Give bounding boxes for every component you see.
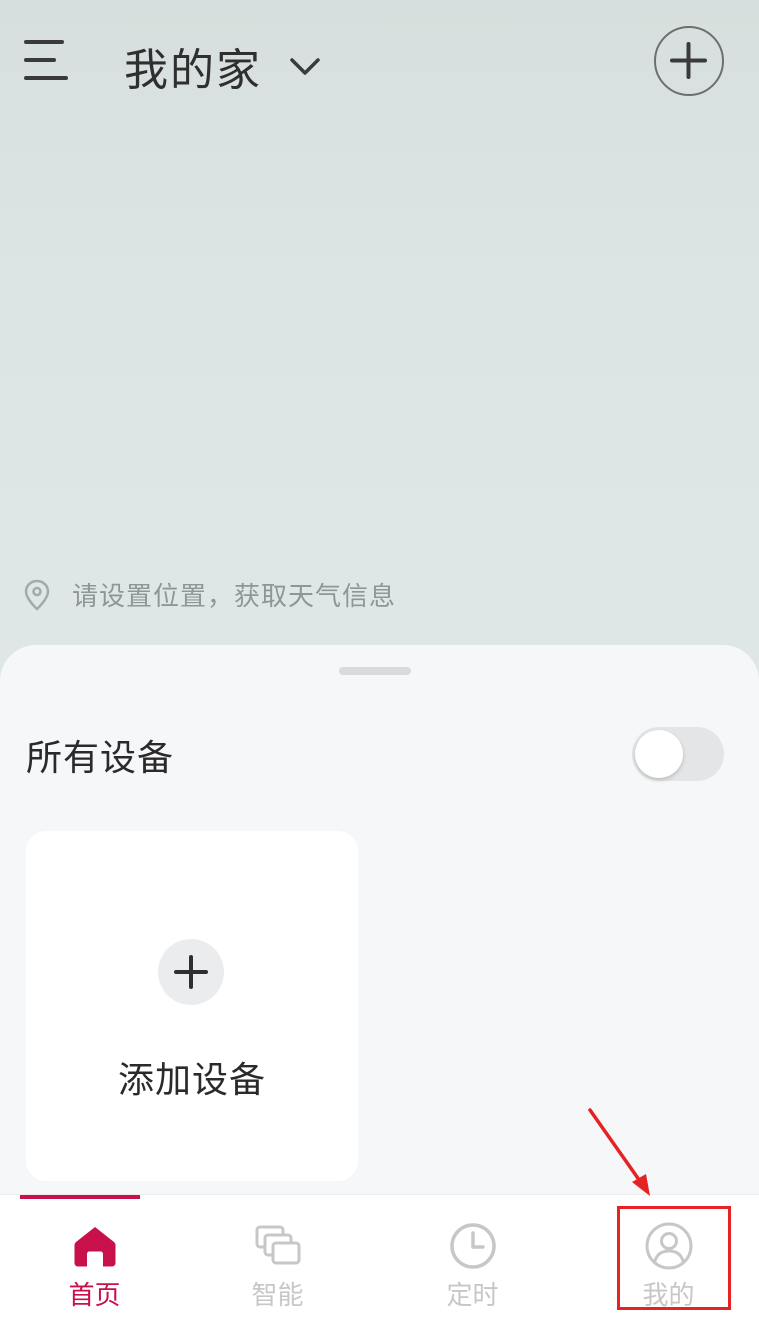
home-title: 我的家: [124, 45, 262, 96]
active-tab-indicator: [20, 1195, 140, 1199]
section-title: 所有设备: [26, 738, 175, 779]
add-device-plus: [158, 939, 224, 1005]
bottom-tab-bar: 首页 智能 定时 我的: [0, 1194, 759, 1337]
tab-profile[interactable]: 我的: [574, 1195, 759, 1337]
tab-home[interactable]: 首页: [0, 1195, 189, 1337]
menu-icon[interactable]: [24, 40, 68, 80]
tab-timer[interactable]: 定时: [378, 1195, 567, 1337]
smart-scenes-icon: [255, 1225, 301, 1265]
tab-smart[interactable]: 智能: [183, 1195, 372, 1337]
tab-label: 我的: [642, 1281, 695, 1311]
weather-location-prompt[interactable]: 请设置位置，获取天气信息: [24, 576, 396, 613]
drag-handle[interactable]: [339, 667, 411, 675]
chevron-down-icon: [290, 58, 320, 75]
tab-label: 定时: [446, 1281, 499, 1311]
add-device-label: 添加设备: [117, 1060, 266, 1101]
location-pin-icon: [24, 579, 50, 611]
weather-prompt-text: 请设置位置，获取天气信息: [72, 582, 397, 612]
add-device-card[interactable]: 添加设备: [26, 831, 358, 1181]
devices-sheet: 所有设备 添加设备: [0, 645, 759, 1205]
toggle-knob: [635, 730, 683, 778]
device-toggle[interactable]: [632, 727, 724, 781]
home-icon: [74, 1227, 116, 1267]
plus-icon: [670, 42, 707, 79]
add-button[interactable]: [654, 26, 724, 96]
clock-icon: [450, 1223, 496, 1269]
tab-label: 首页: [68, 1281, 121, 1311]
tab-label: 智能: [251, 1281, 304, 1311]
home-selector[interactable]: 我的家: [124, 34, 322, 98]
plus-icon: [174, 955, 208, 989]
profile-icon: [645, 1222, 693, 1270]
